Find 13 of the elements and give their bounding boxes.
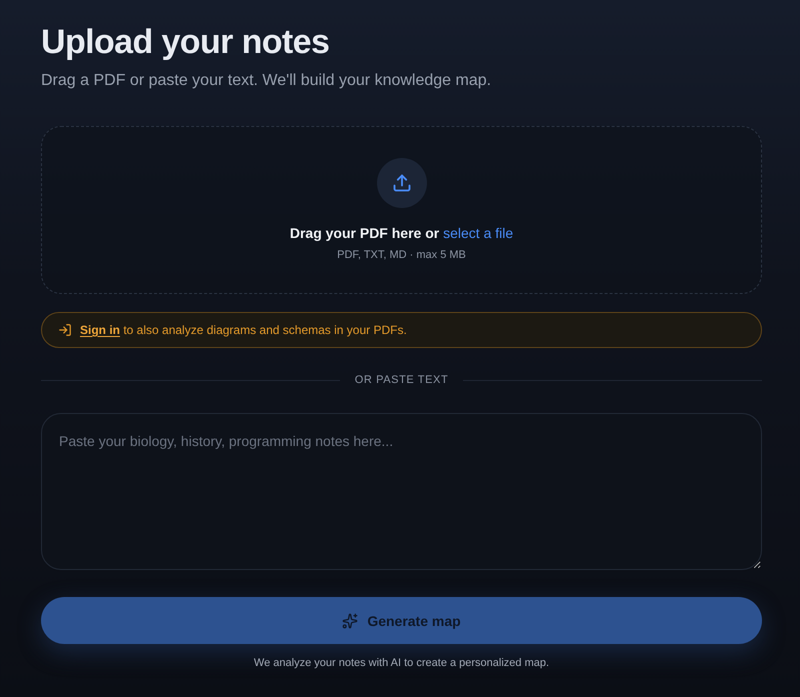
notes-textarea[interactable]: Paste your biology, history, programming notes here... <box>41 413 762 570</box>
page-title: Upload your notes <box>41 22 330 62</box>
sparkles-icon <box>342 612 358 628</box>
select-file-link[interactable]: select a file <box>443 224 514 240</box>
page-subtitle: Drag a PDF or paste your text. We'll build your knowledge map. <box>41 71 492 91</box>
file-dropzone[interactable]: Drag your PDF here or select a file PDF, TXT, MD · max 5 MB <box>41 126 762 294</box>
sign-in-icon <box>58 323 72 337</box>
file-format-hint: PDF, TXT, MD · max 5 MB <box>337 248 466 262</box>
divider-label: OR PASTE TEXT <box>354 373 448 388</box>
notice-text: Sign in to also analyze diagrams and schemas in your PDFs. <box>80 322 407 338</box>
sign-in-link[interactable]: Sign in <box>80 323 120 337</box>
dropzone-prompt: Drag your PDF here or select a file <box>290 224 514 242</box>
footnote-text: We analyze your notes with AI to create a personalized map. <box>254 656 550 671</box>
